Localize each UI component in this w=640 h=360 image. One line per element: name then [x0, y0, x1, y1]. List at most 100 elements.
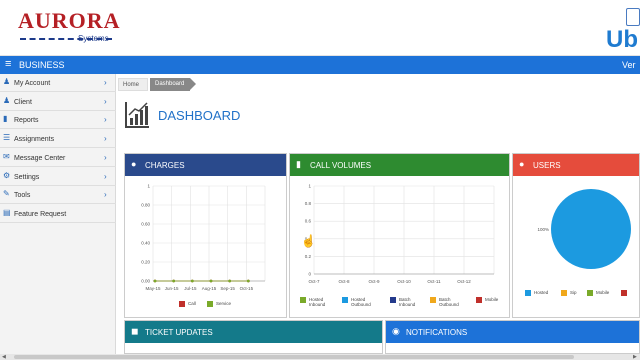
legend-label: Call [188, 301, 196, 306]
sidebar-item-settings[interactable]: ⚙ Settings › [0, 168, 116, 186]
sidebar-item-client[interactable]: ♟ Client › [0, 93, 116, 111]
legend-swatch [476, 297, 482, 303]
business-bar: ≡ BUSINESS Ver [0, 56, 640, 74]
sidebar-item-feature-request[interactable]: ▤ Feature Request [0, 205, 116, 223]
scrollbar-thumb[interactable] [14, 355, 574, 359]
y-tick-label: 0.80 [141, 203, 150, 208]
aurora-logo[interactable]: AURORA Systems [18, 8, 121, 44]
assignments-icon: ☰ [3, 133, 11, 143]
call-volumes-legend: Hosted Inbound Hosted Outbound Batch Inbou… [300, 297, 505, 313]
y-tick-label: 0.2 [305, 254, 312, 259]
scroll-right-arrow-icon[interactable]: ▶ [633, 354, 637, 360]
app-header: AURORA Systems Ub [0, 0, 640, 56]
bar-chart-icon: ▮ [296, 159, 301, 169]
breadcrumb-current: Dashboard [150, 78, 196, 91]
data-point [172, 279, 176, 283]
data-point [190, 279, 194, 283]
user-icon: ♟ [3, 77, 11, 86]
hand-cursor-icon: ☝ [301, 234, 316, 248]
x-tick-label: Oct-8 [338, 279, 349, 284]
legend-label: Service [216, 301, 232, 306]
logo-text: AURORA [18, 8, 121, 33]
y-tick-label: 1 [308, 184, 311, 189]
legend-label: Hosted Outbound [351, 297, 371, 307]
users-legend: Hosted Sip Mobile [525, 290, 639, 300]
y-tick-label: 0.8 [305, 201, 312, 206]
ticket-updates-header: ◼ TICKET UPDATES [125, 321, 382, 343]
y-tick-label: 0 [308, 272, 311, 277]
ticket-updates-panel: ◼ TICKET UPDATES [124, 320, 383, 354]
ticket-icon: ◼ [131, 326, 139, 336]
call-volumes-panel: ▮ CALL VOLUMES 0 0.2 0.4 0.6 0.8 1 Oct-7 Oct-8 O… [289, 153, 510, 318]
legend-label: Batch Outbound [439, 297, 459, 307]
business-right-text: Ver [622, 60, 636, 70]
users-panel: ● USERS 100% Hosted Sip Mobile [512, 153, 640, 318]
chevron-right-icon: › [104, 134, 107, 144]
document-icon: ▤ [3, 207, 11, 217]
x-tick-label: Oct-7 [308, 279, 319, 284]
x-tick-label: Oct-10 [397, 279, 411, 284]
bar-chart-icon: ▮ [3, 114, 8, 124]
sidebar-item-label: My Account [14, 80, 51, 87]
legend-label: Batch Inbound [399, 297, 416, 307]
y-tick-label: 0.60 [141, 222, 150, 227]
legend-label: Hosted Inbound [309, 297, 326, 307]
legend-label: Mobile [485, 297, 499, 302]
y-tick-label: 0.40 [141, 241, 150, 246]
sidebar-item-assignments[interactable]: ☰ Assignments › [0, 130, 116, 149]
users-title: USERS [533, 161, 561, 170]
chevron-right-icon: › [104, 96, 107, 106]
sidebar-item-label: Assignments [14, 136, 55, 144]
legend-swatch [207, 301, 213, 307]
pie-slice [551, 189, 631, 269]
users-header: ● USERS [513, 154, 639, 176]
legend-swatch [561, 290, 567, 296]
legend-label: Sip [570, 290, 577, 295]
x-tick-label: Jun-15 [165, 286, 179, 291]
user-icon: ● [519, 159, 525, 169]
wrench-icon: ✎ [3, 189, 10, 199]
data-point [153, 279, 157, 283]
call-volumes-title: CALL VOLUMES [310, 161, 372, 170]
sidebar-item-message-center[interactable]: ✉ Message Center › [0, 149, 116, 167]
legend-swatch [390, 297, 396, 303]
x-tick-label: Oct-12 [457, 279, 471, 284]
y-tick-label: 0.6 [305, 219, 312, 224]
right-brand: Ub [606, 26, 638, 53]
chevron-right-icon: › [104, 115, 107, 125]
legend-label: Hosted [534, 290, 549, 295]
x-tick-label: May-15 [145, 286, 161, 291]
sidebar-item-label: Client [14, 98, 32, 106]
legend-swatch [179, 301, 185, 307]
sidebar-item-my-account[interactable]: ♟ My Account › [0, 74, 116, 92]
notifications-title: NOTIFICATIONS [406, 328, 468, 337]
legend-swatch [587, 290, 593, 296]
hamburger-menu-icon[interactable]: ≡ [5, 59, 11, 70]
sidebar-item-label: Message Center [14, 154, 66, 162]
sidebar: ♟ My Account › ♟ Client › ▮ Reports › ☰ Assignment… [0, 74, 116, 354]
chevron-right-icon: › [104, 152, 107, 162]
legend-swatch [525, 290, 531, 296]
comments-icon: ◉ [392, 326, 400, 336]
business-label: BUSINESS [19, 60, 65, 70]
message-icon: ✉ [3, 151, 10, 161]
sidebar-item-reports[interactable]: ▮ Reports › [0, 111, 116, 130]
y-tick-label: 1 [147, 184, 150, 189]
legend-swatch [621, 290, 627, 296]
legend-label: Mobile [596, 290, 610, 295]
scroll-left-arrow-icon[interactable]: ◀ [2, 354, 6, 360]
breadcrumb-home[interactable]: Home [118, 78, 148, 91]
charges-legend: Call Service [179, 301, 279, 311]
x-tick-label: Oct-15 [240, 286, 254, 291]
charges-header: ● CHARGES [125, 154, 286, 176]
sidebar-item-label: Tools [14, 192, 31, 200]
page-title: DASHBOARD [158, 108, 241, 123]
notifications-header: ◉ NOTIFICATIONS [386, 321, 639, 343]
logo-subtitle: Systems [78, 34, 109, 43]
data-point [209, 279, 213, 283]
pie-data-label: 100% [537, 227, 549, 232]
sidebar-item-label: Settings [14, 173, 40, 181]
x-tick-label: Aug-15 [202, 286, 217, 291]
dashboard-chart-icon [125, 102, 149, 128]
sidebar-item-tools[interactable]: ✎ Tools › [0, 186, 116, 205]
